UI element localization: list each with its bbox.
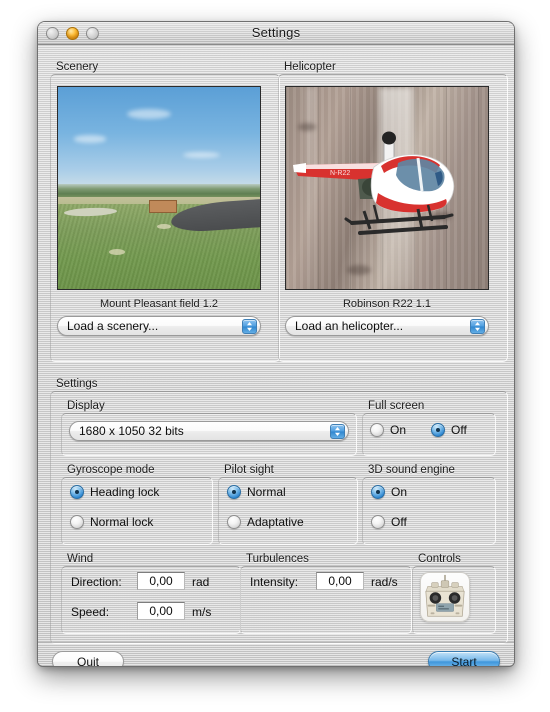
window-titlebar[interactable]: Settings [38,22,514,45]
scenery-sign [148,200,178,214]
scenery-treeline [58,183,260,199]
gyroscope-mode-label: Gyroscope mode [67,464,155,476]
radio-dot-icon [370,423,384,437]
gyroscope-radio-heading-lock[interactable]: Heading lock [70,485,159,499]
wind-speed-label: Speed: [71,605,110,619]
helicopter-popup-label: Load an helicopter... [295,319,404,333]
display-label: Display [67,400,105,412]
radio-dot-icon [70,485,84,499]
scenery-cloud-icon [183,151,220,158]
sound-engine-radio-off[interactable]: Off [371,515,407,529]
settings-group-label: Settings [56,378,98,390]
settings-window: Settings Scenery Mount Pleasant field 1.… [38,22,514,666]
scenery-load-popup[interactable]: Load a scenery... [57,316,261,336]
scenery-cloud-icon [74,135,107,143]
svg-text:N-R22: N-R22 [330,170,350,177]
quit-button-label: Quit [76,654,99,667]
start-button[interactable]: Start [428,651,500,666]
radio-label: Off [391,515,407,529]
turbulence-intensity-unit: rad/s [371,575,398,589]
scenery-group-label: Scenery [56,61,99,73]
close-button-icon[interactable] [46,27,59,40]
footer-divider [38,642,514,643]
window-title: Settings [251,25,301,40]
start-button-label: Start [451,654,477,667]
quit-button[interactable]: Quit [52,651,124,666]
radio-label: On [390,423,407,437]
radio-label: Adaptative [247,515,304,529]
scenery-caption: Mount Pleasant field 1.2 [99,298,219,310]
scenery-thumbnail[interactable] [57,86,261,290]
radio-label: Normal [247,485,286,499]
window-content: Scenery Mount Pleasant field 1.2 Load a … [38,45,514,666]
sound-engine-label: 3D sound engine [368,464,455,476]
helicopter-thumbnail[interactable]: N-R22 [285,86,489,290]
radio-dot-icon [70,515,84,529]
chevron-updown-icon [470,319,485,334]
wind-direction-unit: rad [192,575,210,589]
controls-label: Controls [418,553,461,565]
chevron-updown-icon [242,319,257,334]
pilot-sight-radio-normal[interactable]: Normal [227,485,286,499]
helicopter-group-label: Helicopter [284,61,336,73]
minimize-button-icon[interactable] [66,27,79,40]
zoom-button-icon[interactable] [86,27,99,40]
turbulences-label: Turbulences [246,553,309,565]
rc-transmitter-glyph [425,574,465,617]
radio-label: Heading lock [90,485,160,499]
gyroscope-radio-normal-lock[interactable]: Normal lock [70,515,153,529]
full-screen-radio-on[interactable]: On [370,423,406,437]
radio-dot-icon [227,485,241,499]
helicopter-load-popup[interactable]: Load an helicopter... [285,316,489,336]
radio-label: On [391,485,408,499]
helicopter-illustration: N-R22 [293,131,455,235]
display-resolution-popup[interactable]: 1680 x 1050 32 bits [69,421,349,441]
turbulence-intensity-label: Intensity: [250,575,299,589]
radio-dot-icon [371,485,385,499]
full-screen-radio-off[interactable]: Off [431,423,467,437]
wind-direction-label: Direction: [71,575,122,589]
rc-transmitter-icon[interactable] [420,572,470,622]
wind-speed-input[interactable]: 0,00 [137,602,185,620]
desktop-backdrop: Settings Scenery Mount Pleasant field 1.… [0,0,550,712]
window-controls [46,27,99,40]
wind-label: Wind [67,553,94,565]
wind-speed-unit: m/s [192,605,212,619]
sound-engine-radio-on[interactable]: On [371,485,407,499]
radio-dot-icon [371,515,385,529]
helicopter-caption: Robinson R22 1.1 [342,298,432,310]
display-resolution-value: 1680 x 1050 32 bits [79,424,184,438]
scenery-popup-label: Load a scenery... [67,319,159,333]
pilot-sight-radio-adaptative[interactable]: Adaptative [227,515,304,529]
pilot-sight-label: Pilot sight [224,464,274,476]
full-screen-label: Full screen [368,400,425,412]
radio-label: Normal lock [90,515,154,529]
radio-dot-icon [431,423,445,437]
radio-label: Off [451,423,467,437]
wind-direction-input[interactable]: 0,00 [137,572,185,590]
turbulence-intensity-input[interactable]: 0,00 [316,572,364,590]
scenery-dirt-patch [108,248,125,255]
chevron-updown-icon [330,424,345,439]
radio-dot-icon [227,515,241,529]
